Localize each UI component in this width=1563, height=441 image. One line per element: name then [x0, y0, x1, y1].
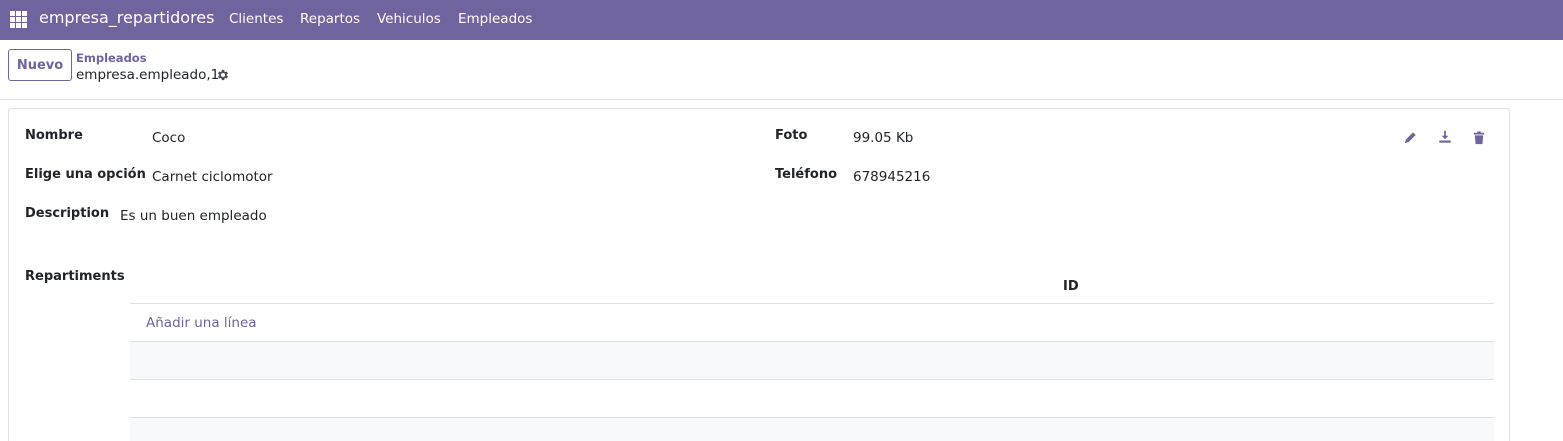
nombre-field[interactable]: Coco [152, 130, 185, 146]
table-row [130, 418, 1494, 441]
foto-field[interactable]: 99.05 Kb [853, 130, 913, 146]
app-brand-name[interactable]: empresa_repartidores [39, 8, 214, 27]
breadcrumb-empleados[interactable]: Empleados [76, 51, 147, 65]
table-header: ID [130, 267, 1494, 304]
form-sheet: Nombre Coco Elige una opción Carnet cicl… [8, 108, 1510, 441]
opcion-field[interactable]: Carnet ciclomotor [152, 169, 273, 185]
telefono-field[interactable]: 678945216 [853, 169, 930, 185]
table-row: Añadir una línea [130, 304, 1494, 342]
column-header-id[interactable]: ID [1063, 279, 1079, 294]
description-label: Description [25, 206, 110, 221]
telefono-label: Teléfono [775, 167, 838, 182]
repartiments-table: ID Añadir una línea [130, 267, 1494, 441]
table-row [130, 380, 1494, 418]
new-button[interactable]: Nuevo [8, 49, 72, 81]
menu-item-clientes[interactable]: Clientes [229, 11, 283, 27]
top-navbar: empresa_repartidores Clientes Repartos V… [0, 0, 1563, 40]
repartiments-label: Repartiments [25, 269, 125, 284]
menu-item-vehiculos[interactable]: Vehiculos [377, 11, 441, 27]
opcion-label: Elige una opción [25, 167, 146, 182]
table-row [130, 342, 1494, 380]
menu-item-empleados[interactable]: Empleados [458, 11, 532, 27]
record-name: empresa.empleado,1 [76, 67, 220, 83]
foto-label: Foto [775, 128, 808, 143]
gear-icon[interactable] [216, 68, 230, 82]
download-icon[interactable] [1438, 130, 1452, 144]
add-line-link[interactable]: Añadir una línea [146, 315, 257, 331]
menu-item-repartos[interactable]: Repartos [300, 11, 360, 27]
trash-icon[interactable] [1472, 131, 1486, 145]
edit-pencil-icon[interactable] [1403, 131, 1417, 145]
apps-menu-icon[interactable] [10, 11, 27, 28]
control-panel: Nuevo Empleados empresa.empleado,1 [0, 40, 1563, 100]
description-field[interactable]: Es un buen empleado [120, 208, 267, 224]
nombre-label: Nombre [25, 128, 83, 143]
